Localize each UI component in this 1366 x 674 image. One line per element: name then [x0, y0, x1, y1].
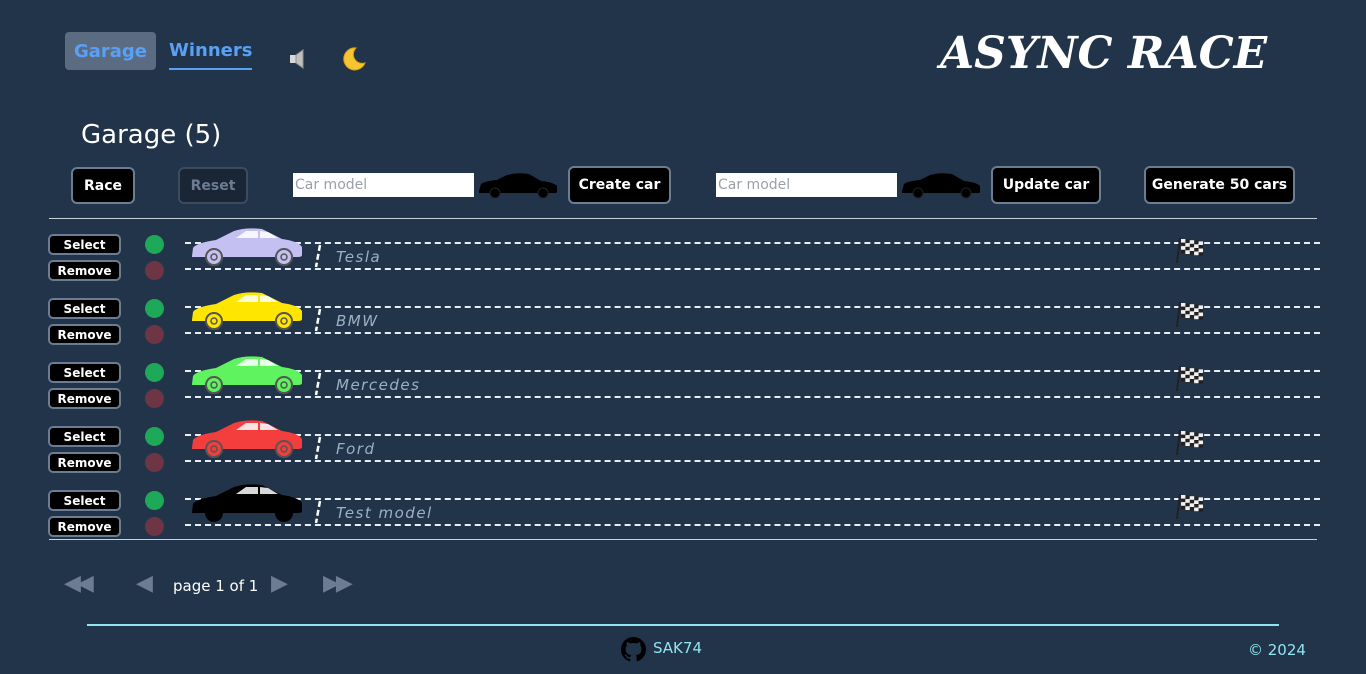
lane-line — [185, 370, 1320, 372]
lane-line — [185, 242, 1320, 244]
car-track-row: Select Remove Test model — [0, 484, 1366, 554]
divider — [49, 218, 1317, 219]
car-name: BMW — [336, 312, 379, 330]
copyright-text: © 2024 — [1248, 641, 1306, 659]
select-car-button[interactable]: Select — [48, 362, 121, 383]
start-engine-indicator[interactable] — [145, 427, 164, 446]
create-car-color-picker[interactable] — [477, 171, 559, 199]
reset-button[interactable]: Reset — [178, 167, 248, 204]
start-engine-indicator[interactable] — [145, 235, 164, 254]
lane-line — [185, 268, 1320, 270]
start-engine-indicator[interactable] — [145, 299, 164, 318]
stop-engine-indicator[interactable] — [145, 517, 164, 536]
finish-flag-icon — [1176, 365, 1204, 392]
car-icon — [192, 228, 302, 266]
lane-line — [185, 332, 1320, 334]
remove-car-button[interactable]: Remove — [48, 516, 121, 537]
finish-flag-icon — [1176, 429, 1204, 456]
remove-car-button[interactable]: Remove — [48, 388, 121, 409]
start-engine-indicator[interactable] — [145, 363, 164, 382]
car-track-row: Select Remove Mercedes — [0, 356, 1366, 426]
page-title: Garage (5) — [81, 120, 222, 150]
race-button[interactable]: Race — [71, 167, 135, 204]
prev-page-button[interactable]: ◀ — [136, 571, 153, 596]
nav-winners-link[interactable]: Winners — [169, 40, 253, 70]
start-engine-indicator[interactable] — [145, 491, 164, 510]
car-name: Tesla — [336, 248, 382, 266]
car-name: Ford — [336, 440, 376, 458]
select-car-button[interactable]: Select — [48, 298, 121, 319]
lane-line — [185, 396, 1320, 398]
remove-car-button[interactable]: Remove — [48, 452, 121, 473]
divider — [49, 539, 1317, 540]
lane-line — [185, 498, 1320, 500]
lane-line — [185, 460, 1320, 462]
car-icon — [192, 356, 302, 394]
finish-flag-icon — [1176, 493, 1204, 520]
stop-engine-indicator[interactable] — [145, 325, 164, 344]
car-icon — [192, 420, 302, 458]
start-line-icon — [314, 436, 322, 460]
update-car-name-input[interactable] — [716, 173, 897, 197]
select-car-button[interactable]: Select — [48, 490, 121, 511]
start-line-icon — [314, 372, 322, 396]
next-page-button[interactable]: ▶ — [271, 571, 288, 596]
remove-car-button[interactable]: Remove — [48, 260, 121, 281]
finish-flag-icon — [1176, 301, 1204, 328]
github-username-link[interactable]: SAK74 — [653, 639, 702, 657]
car-name: Test model — [336, 504, 433, 522]
lane-line — [185, 434, 1320, 436]
nav-garage-button[interactable]: Garage — [65, 32, 156, 70]
car-track-row: Select Remove Ford — [0, 420, 1366, 490]
create-car-button[interactable]: Create car — [568, 166, 671, 204]
start-line-icon — [314, 244, 322, 268]
lane-line — [185, 524, 1320, 526]
select-car-button[interactable]: Select — [48, 426, 121, 447]
lane-line — [185, 306, 1320, 308]
page-indicator: page 1 of 1 — [173, 577, 259, 595]
app-logo: ASYNC RACE — [940, 28, 1268, 79]
start-line-icon — [314, 308, 322, 332]
first-page-button[interactable]: ◀◀ — [64, 571, 94, 596]
create-car-name-input[interactable] — [293, 173, 474, 197]
car-name: Mercedes — [336, 376, 421, 394]
stop-engine-indicator[interactable] — [145, 453, 164, 472]
moon-icon[interactable] — [338, 44, 368, 74]
car-icon — [192, 292, 302, 330]
car-icon — [192, 484, 302, 522]
stop-engine-indicator[interactable] — [145, 389, 164, 408]
last-page-button[interactable]: ▶▶ — [323, 571, 353, 596]
stop-engine-indicator[interactable] — [145, 261, 164, 280]
car-track-row: Select Remove BMW — [0, 292, 1366, 362]
remove-car-button[interactable]: Remove — [48, 324, 121, 345]
select-car-button[interactable]: Select — [48, 234, 121, 255]
generate-cars-button[interactable]: Generate 50 cars — [1144, 166, 1295, 204]
github-icon[interactable] — [621, 637, 646, 662]
footer-divider — [87, 624, 1279, 626]
update-car-button[interactable]: Update car — [991, 166, 1101, 204]
car-track-row: Select Remove Tesla — [0, 228, 1366, 298]
update-car-color-picker[interactable] — [900, 171, 982, 199]
start-line-icon — [314, 500, 322, 524]
speaker-icon[interactable] — [288, 48, 310, 70]
finish-flag-icon — [1176, 237, 1204, 264]
